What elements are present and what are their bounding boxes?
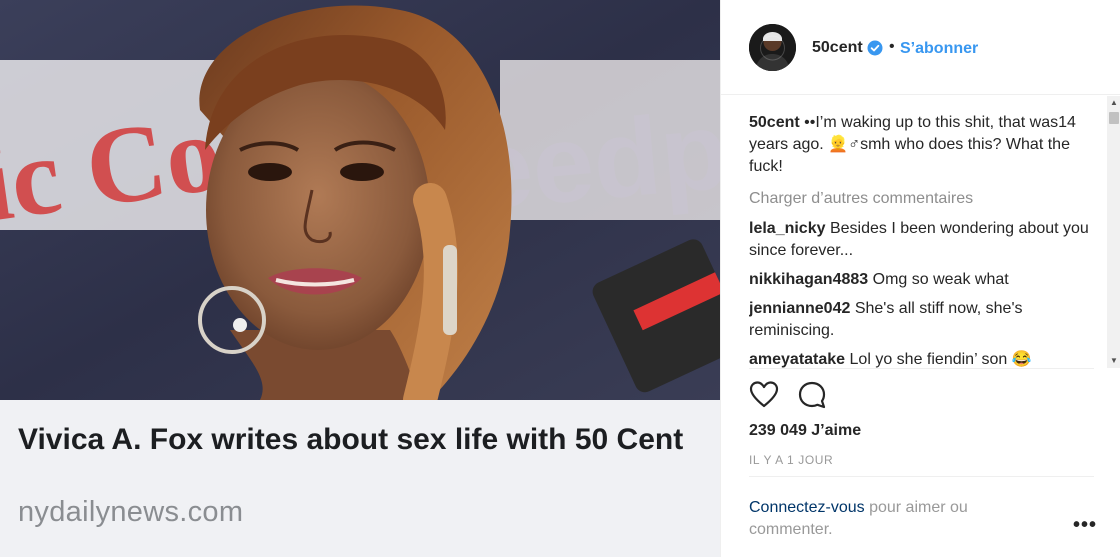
link-preview-card[interactable]: Vivica A. Fox writes about sex life with… — [0, 400, 720, 557]
scroll-thumb[interactable] — [1109, 112, 1119, 124]
comment-username[interactable]: nikkihagan4883 — [749, 271, 868, 288]
comment-item: nikkihagan4883 Omg so weak what — [749, 269, 1104, 291]
comment-icon[interactable] — [797, 380, 827, 410]
link-preview-headline[interactable]: Vivica A. Fox writes about sex life with… — [18, 422, 698, 458]
login-link[interactable]: Connectez-vous — [749, 499, 865, 516]
post-media[interactable]: ic Co eedpo Vivica A. Fox writes about s… — [0, 0, 720, 557]
comment-text: Lol yo she fiendin’ son 😂 — [849, 351, 1032, 368]
comment-username[interactable]: ameyatatake — [749, 351, 845, 368]
post-side-panel: 50cent • S’abonner 50cent ••I’m waking u… — [720, 0, 1120, 557]
load-more-comments-button[interactable]: Charger d’autres commentaires — [749, 188, 1104, 210]
verified-badge-icon — [867, 40, 883, 56]
link-preview-domain: nydailynews.com — [18, 496, 244, 528]
caption: 50cent ••I’m waking up to this shit, tha… — [749, 112, 1104, 178]
scroll-up-arrow[interactable]: ▲ — [1107, 96, 1120, 110]
heart-icon[interactable] — [749, 380, 779, 410]
more-options-icon[interactable]: ••• — [1073, 514, 1097, 537]
comment-username[interactable]: lela_nicky — [749, 220, 826, 237]
comments-scrollbar[interactable]: ▲ ▼ — [1107, 96, 1120, 368]
caption-username[interactable]: 50cent — [749, 114, 800, 131]
comment-text: Omg so weak what — [872, 271, 1009, 288]
login-prompt: Connectez-vous pour aimer ou commenter. — [749, 497, 1009, 541]
actions-divider — [749, 368, 1094, 369]
avatar[interactable] — [749, 24, 796, 71]
post-header: 50cent • S’abonner — [721, 0, 1120, 95]
comment-item: jennianne042 She's all stiff now, she's … — [749, 298, 1104, 342]
comment-item: ameyatatake Lol yo she fiendin’ son 😂 — [749, 349, 1104, 370]
scroll-down-arrow[interactable]: ▼ — [1107, 354, 1120, 368]
bottom-divider — [749, 476, 1094, 477]
follow-button[interactable]: S’abonner — [900, 40, 978, 58]
post-timestamp[interactable]: IL Y A 1 JOUR — [749, 453, 833, 467]
comment-username[interactable]: jennianne042 — [749, 300, 850, 317]
header-separator: • — [889, 38, 895, 55]
comments-list[interactable]: 50cent ••I’m waking up to this shit, tha… — [749, 112, 1104, 370]
likes-count[interactable]: 239 049 J’aime — [749, 422, 861, 440]
post-photo: ic Co eedpo — [0, 0, 720, 400]
comment-item: lela_nicky Besides I been wondering abou… — [749, 218, 1104, 262]
header-username[interactable]: 50cent — [812, 39, 863, 57]
